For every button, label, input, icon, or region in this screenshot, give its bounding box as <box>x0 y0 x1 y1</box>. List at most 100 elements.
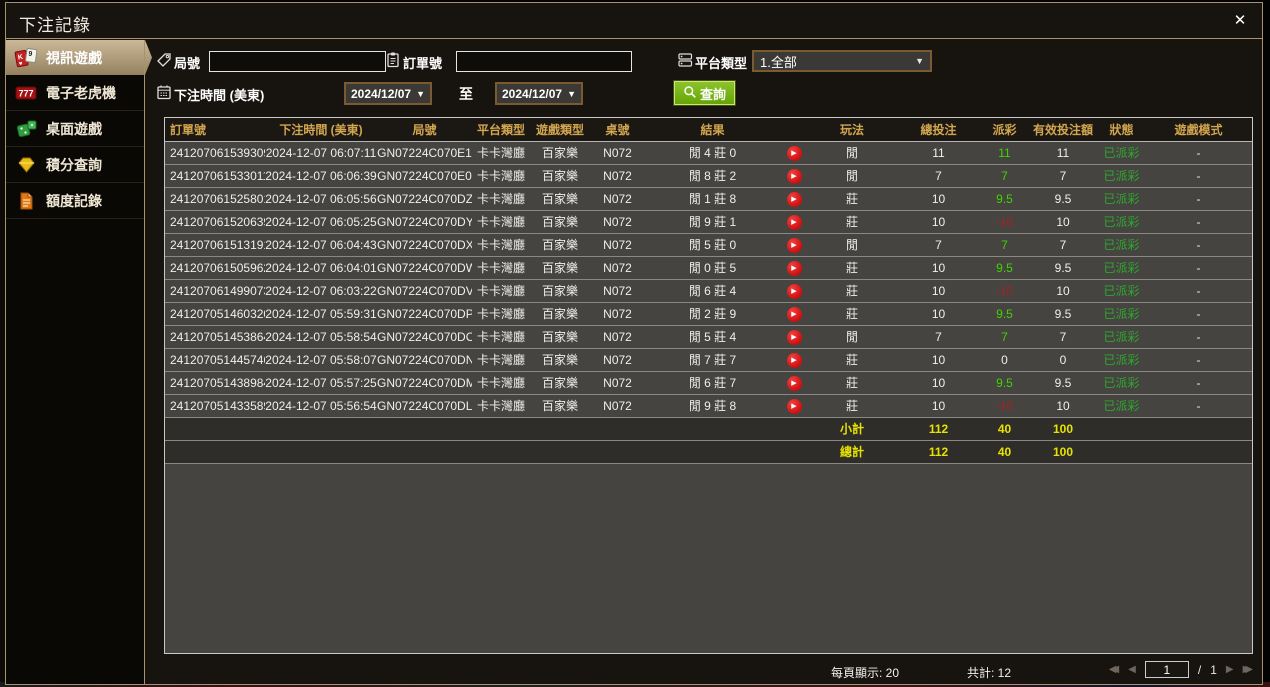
chevron-down-icon: ▼ <box>416 88 425 99</box>
first-page-icon[interactable]: ◀◀ <box>1109 664 1120 675</box>
cell-game_type: 百家樂 <box>530 302 590 326</box>
cell-play_type: 莊 <box>808 371 896 395</box>
round-number-input[interactable] <box>209 51 386 72</box>
pager: ◀◀ ◀ 1 / 1 ▶ ▶▶ <box>1109 661 1253 678</box>
column-header-status: 狀態 <box>1098 118 1145 142</box>
round-number-label: 局號 <box>174 56 201 71</box>
cell-replay: ▶ <box>780 233 808 257</box>
table-row: 241207061499073 2024-12-07 06:03:22 GN0722… <box>165 279 1252 303</box>
cell-result: 閒 9 莊 1 <box>645 210 780 234</box>
column-header-payout: 派彩 <box>981 118 1028 142</box>
cell-table_no: N072 <box>590 187 645 211</box>
cell-platform: 卡卡灣廳 <box>472 187 530 211</box>
sidebar-item-slots[interactable]: 777 電子老虎機 <box>6 76 144 111</box>
sidebar-item-video-games[interactable]: K ♥ 9 視訊遊戲 <box>6 40 152 75</box>
search-icon <box>683 85 697 102</box>
cell-play_type: 莊 <box>808 279 896 303</box>
replay-play-icon[interactable]: ▶ <box>786 192 802 207</box>
table-row: 241207051453864 2024-12-07 05:58:54 GN0722… <box>165 325 1252 349</box>
cell-payout: 9.5 <box>981 302 1028 326</box>
subtotal-cell-result <box>645 417 780 441</box>
sidebar-item-credit-records[interactable]: 額度記錄 <box>6 184 144 219</box>
cell-game_type: 百家樂 <box>530 279 590 303</box>
next-page-icon[interactable]: ▶ <box>1226 664 1234 675</box>
cell-game_type: 百家樂 <box>530 394 590 418</box>
sidebar-item-label: 桌面遊戲 <box>46 121 102 137</box>
cell-payout: 9.5 <box>981 187 1028 211</box>
subtotal-cell-total_bet: 112 <box>896 417 981 441</box>
pagination-bar: 每頁顯示: 20 共計: 12 ◀◀ ◀ 1 / 1 ▶ ▶▶ <box>145 658 1263 684</box>
total-cell-bet_time <box>265 440 377 464</box>
cell-order_no: 241207061539309 <box>165 141 265 165</box>
query-button-label: 查詢 <box>700 86 727 102</box>
cell-bet_time: 2024-12-07 05:58:07 <box>265 348 377 372</box>
date-to-picker[interactable]: 2024/12/07 ▼ <box>495 82 583 105</box>
cell-valid_bet: 10 <box>1028 279 1098 303</box>
cell-table_no: N072 <box>590 302 645 326</box>
cell-game_mode: - <box>1145 394 1252 418</box>
cell-platform: 卡卡灣廳 <box>472 348 530 372</box>
document-icon <box>14 190 38 212</box>
cell-platform: 卡卡灣廳 <box>472 302 530 326</box>
cell-order_no: 241207061525801 <box>165 187 265 211</box>
platform-type-value: 1.全部 <box>760 54 797 70</box>
cell-bet_time: 2024-12-07 05:56:54 <box>265 394 377 418</box>
cell-play_type: 莊 <box>808 348 896 372</box>
replay-play-icon[interactable]: ▶ <box>786 353 802 368</box>
platform-type-select[interactable]: 1.全部 ▼ <box>752 50 932 72</box>
last-page-icon[interactable]: ▶▶ <box>1243 664 1254 675</box>
replay-play-icon[interactable]: ▶ <box>786 146 802 161</box>
cell-platform: 卡卡灣廳 <box>472 279 530 303</box>
cell-table_no: N072 <box>590 210 645 234</box>
cell-status: 已派彩 <box>1098 256 1145 280</box>
cell-payout: 9.5 <box>981 371 1028 395</box>
cell-game_type: 百家樂 <box>530 256 590 280</box>
cell-bet_time: 2024-12-07 06:06:39 <box>265 164 377 188</box>
cards-icon: K ♥ 9 <box>14 47 38 69</box>
replay-play-icon[interactable]: ▶ <box>786 376 802 391</box>
replay-play-icon[interactable]: ▶ <box>786 215 802 230</box>
replay-play-icon[interactable]: ▶ <box>786 399 802 414</box>
replay-play-icon[interactable]: ▶ <box>786 169 802 184</box>
cell-replay: ▶ <box>780 394 808 418</box>
replay-play-icon[interactable]: ▶ <box>786 238 802 253</box>
order-number-input[interactable] <box>456 51 632 72</box>
cell-total_bet: 7 <box>896 325 981 349</box>
cell-status: 已派彩 <box>1098 394 1145 418</box>
cell-valid_bet: 9.5 <box>1028 256 1098 280</box>
column-header-round_no: 局號 <box>377 118 472 142</box>
page-number-input[interactable]: 1 <box>1144 661 1189 678</box>
cell-bet_time: 2024-12-07 06:05:56 <box>265 187 377 211</box>
total-cell-game_mode <box>1145 440 1252 464</box>
sidebar-item-points[interactable]: 積分查詢 <box>6 148 144 183</box>
cell-table_no: N072 <box>590 279 645 303</box>
date-from-picker[interactable]: 2024/12/07 ▼ <box>344 82 432 105</box>
cell-order_no: 241207051433589 <box>165 394 265 418</box>
cell-table_no: N072 <box>590 371 645 395</box>
cell-round_no: GN07224C070DO <box>377 325 472 349</box>
replay-play-icon[interactable]: ▶ <box>786 330 802 345</box>
close-icon[interactable]: ✕ <box>1230 11 1250 31</box>
cell-order_no: 241207051445746 <box>165 348 265 372</box>
gem-icon <box>14 154 38 176</box>
cell-play_type: 閒 <box>808 325 896 349</box>
replay-play-icon[interactable]: ▶ <box>786 261 802 276</box>
cell-platform: 卡卡灣廳 <box>472 233 530 257</box>
query-button[interactable]: 查詢 <box>672 80 737 106</box>
cell-result: 閒 6 莊 7 <box>645 371 780 395</box>
cell-total_bet: 10 <box>896 210 981 234</box>
replay-play-icon[interactable]: ▶ <box>786 307 802 322</box>
replay-play-icon[interactable]: ▶ <box>786 284 802 299</box>
cell-bet_time: 2024-12-07 06:03:22 <box>265 279 377 303</box>
cell-replay: ▶ <box>780 302 808 326</box>
cell-round_no: GN07224C070DL <box>377 394 472 418</box>
cell-valid_bet: 10 <box>1028 394 1098 418</box>
sidebar-item-table-games[interactable]: 桌面遊戲 <box>6 112 144 147</box>
cell-total_bet: 10 <box>896 302 981 326</box>
per-page-text: 每頁顯示: 20 <box>831 666 900 680</box>
cell-table_no: N072 <box>590 256 645 280</box>
table-row: 241207061533011 2024-12-07 06:06:39 GN0722… <box>165 164 1252 188</box>
cell-total_bet: 7 <box>896 233 981 257</box>
filter-panel: 局號 訂單號 平台類型 1.全部 ▼ 下注時間 (美東) 2024/12/07 … <box>145 40 1263 118</box>
prev-page-icon[interactable]: ◀ <box>1128 664 1136 675</box>
